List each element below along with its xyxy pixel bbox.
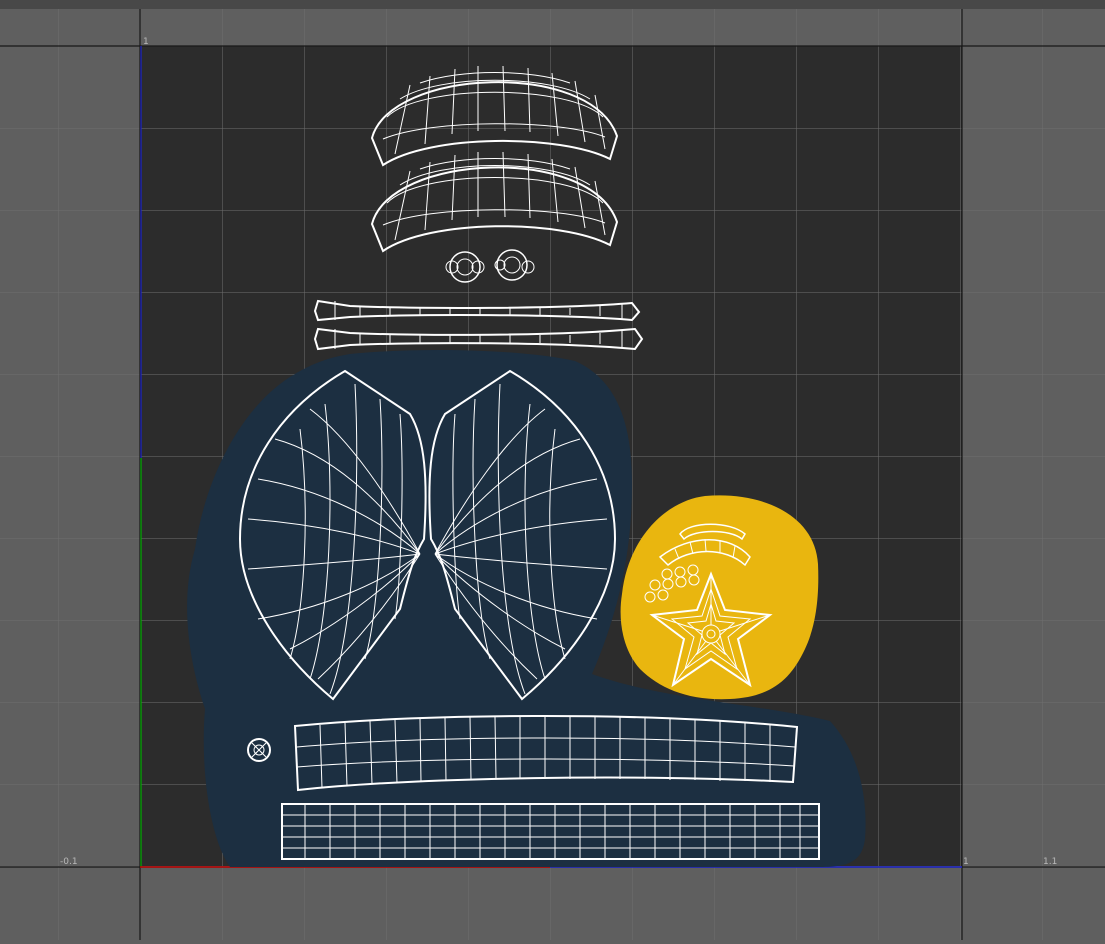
editor-title-strip	[0, 0, 1105, 9]
tick-label-u-one: 1	[963, 857, 969, 867]
uv-editor-viewport[interactable]: 1 -0.1 1 1.1	[0, 9, 1105, 940]
tick-label-v-one: 1	[143, 37, 149, 47]
tick-label-u-neg: -0.1	[60, 857, 78, 867]
tick-label-u-one-tenth: 1.1	[1043, 857, 1057, 867]
